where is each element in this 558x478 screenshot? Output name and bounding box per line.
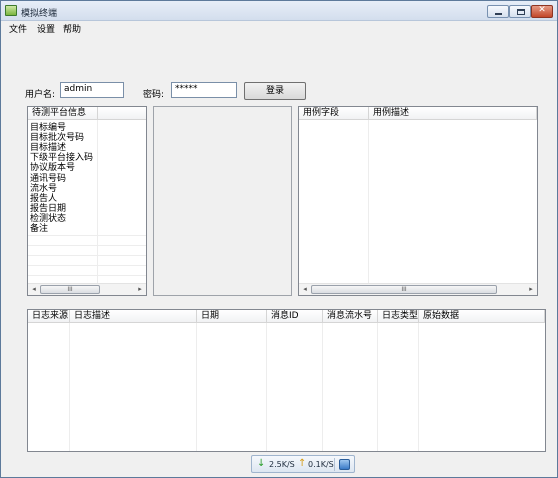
window-title: 模拟终端 (21, 9, 58, 19)
column-divider (368, 120, 369, 285)
row-gridline (28, 245, 146, 246)
platform-info-item[interactable]: 报告人 (30, 194, 57, 204)
column-divider (69, 323, 70, 451)
download-rate: 2.5K/S (269, 460, 295, 469)
maximize-icon (517, 9, 525, 15)
scroll-thumb[interactable]: III (40, 285, 100, 294)
upload-arrow-icon: ↑ (298, 458, 307, 469)
scroll-right-icon[interactable]: ▸ (134, 284, 146, 295)
network-icon[interactable] (339, 459, 350, 470)
column-divider (322, 323, 323, 451)
menu-file[interactable]: 文件 (9, 22, 27, 35)
log-col-msg-id[interactable]: 消息ID (267, 310, 323, 323)
login-button[interactable]: 登录 (244, 82, 306, 100)
platform-info-header[interactable]: 待测平台信息 (28, 107, 98, 120)
testcase-col-desc[interactable]: 用例描述 (369, 107, 537, 120)
minimize-button[interactable] (487, 5, 509, 18)
menu-help[interactable]: 帮助 (63, 22, 81, 35)
username-input[interactable]: admin (60, 82, 124, 98)
app-window: 模拟终端 ✕ 文件 设置 帮助 用户名: admin 密码: ***** 登录 … (0, 0, 558, 478)
column-divider (418, 323, 419, 451)
testcase-table[interactable]: 用例字段 用例描述 ◂ III ▸ (298, 106, 538, 296)
column-divider (196, 323, 197, 451)
log-col-date[interactable]: 日期 (197, 310, 267, 323)
platform-info-item[interactable]: 下级平台接入码 (30, 153, 93, 163)
log-col-msg-serial[interactable]: 消息流水号 (323, 310, 378, 323)
network-status: ↓ 2.5K/S ↑ 0.1K/S (251, 455, 355, 473)
download-arrow-icon: ↓ (257, 458, 266, 469)
row-gridline (28, 235, 146, 236)
menu-settings[interactable]: 设置 (37, 22, 55, 35)
log-col-raw[interactable]: 原始数据 (419, 310, 545, 323)
platform-info-item[interactable]: 检测状态 (30, 214, 66, 224)
app-icon (5, 5, 17, 16)
scroll-right-icon[interactable]: ▸ (525, 284, 537, 295)
testcase-col-field[interactable]: 用例字段 (299, 107, 369, 120)
menu-bar: 文件 设置 帮助 (2, 21, 557, 35)
platform-info-list[interactable]: 待测平台信息 目标编号 目标批次号码 目标描述 下级平台接入码 协议版本号 通讯号码 流水号… (27, 106, 147, 296)
platform-info-item[interactable]: 报告日期 (30, 204, 66, 214)
row-gridline (28, 255, 146, 256)
log-col-desc[interactable]: 日志描述 (70, 310, 197, 323)
log-table[interactable]: 日志来源 日志描述 日期 消息ID 消息流水号 日志类型 原始数据 (27, 309, 546, 452)
scroll-left-icon[interactable]: ◂ (28, 284, 40, 295)
middle-panel (153, 106, 292, 296)
scroll-thumb[interactable]: III (311, 285, 497, 294)
platform-info-item[interactable]: 协议版本号 (30, 163, 75, 173)
upload-rate: 0.1K/S (308, 460, 334, 469)
platform-info-item[interactable]: 目标描述 (30, 143, 66, 153)
close-button[interactable]: ✕ (531, 5, 553, 18)
log-col-type[interactable]: 日志类型 (378, 310, 419, 323)
platform-info-item[interactable]: 通讯号码 (30, 174, 66, 184)
log-col-source[interactable]: 日志来源 (28, 310, 70, 323)
maximize-button[interactable] (509, 5, 531, 18)
title-bar[interactable]: 模拟终端 ✕ (1, 1, 557, 21)
username-label: 用户名: (25, 90, 56, 100)
column-divider (377, 323, 378, 451)
row-gridline (28, 275, 146, 276)
password-input[interactable]: ***** (171, 82, 237, 98)
scroll-left-icon[interactable]: ◂ (299, 284, 311, 295)
password-label: 密码: (143, 90, 165, 100)
platform-info-header-blank[interactable] (98, 107, 146, 120)
testcase-hscroll[interactable]: ◂ III ▸ (299, 283, 537, 295)
minimize-icon (495, 13, 502, 15)
status-divider (334, 458, 335, 471)
close-icon: ✕ (538, 5, 546, 15)
platform-info-item[interactable]: 目标编号 (30, 123, 66, 133)
column-divider (97, 120, 98, 285)
platform-info-item[interactable]: 目标批次号码 (30, 133, 84, 143)
column-divider (266, 323, 267, 451)
platform-info-item[interactable]: 流水号 (30, 184, 57, 194)
platform-hscroll[interactable]: ◂ III ▸ (28, 283, 146, 295)
row-gridline (28, 265, 146, 266)
platform-info-item[interactable]: 备注 (30, 224, 48, 234)
